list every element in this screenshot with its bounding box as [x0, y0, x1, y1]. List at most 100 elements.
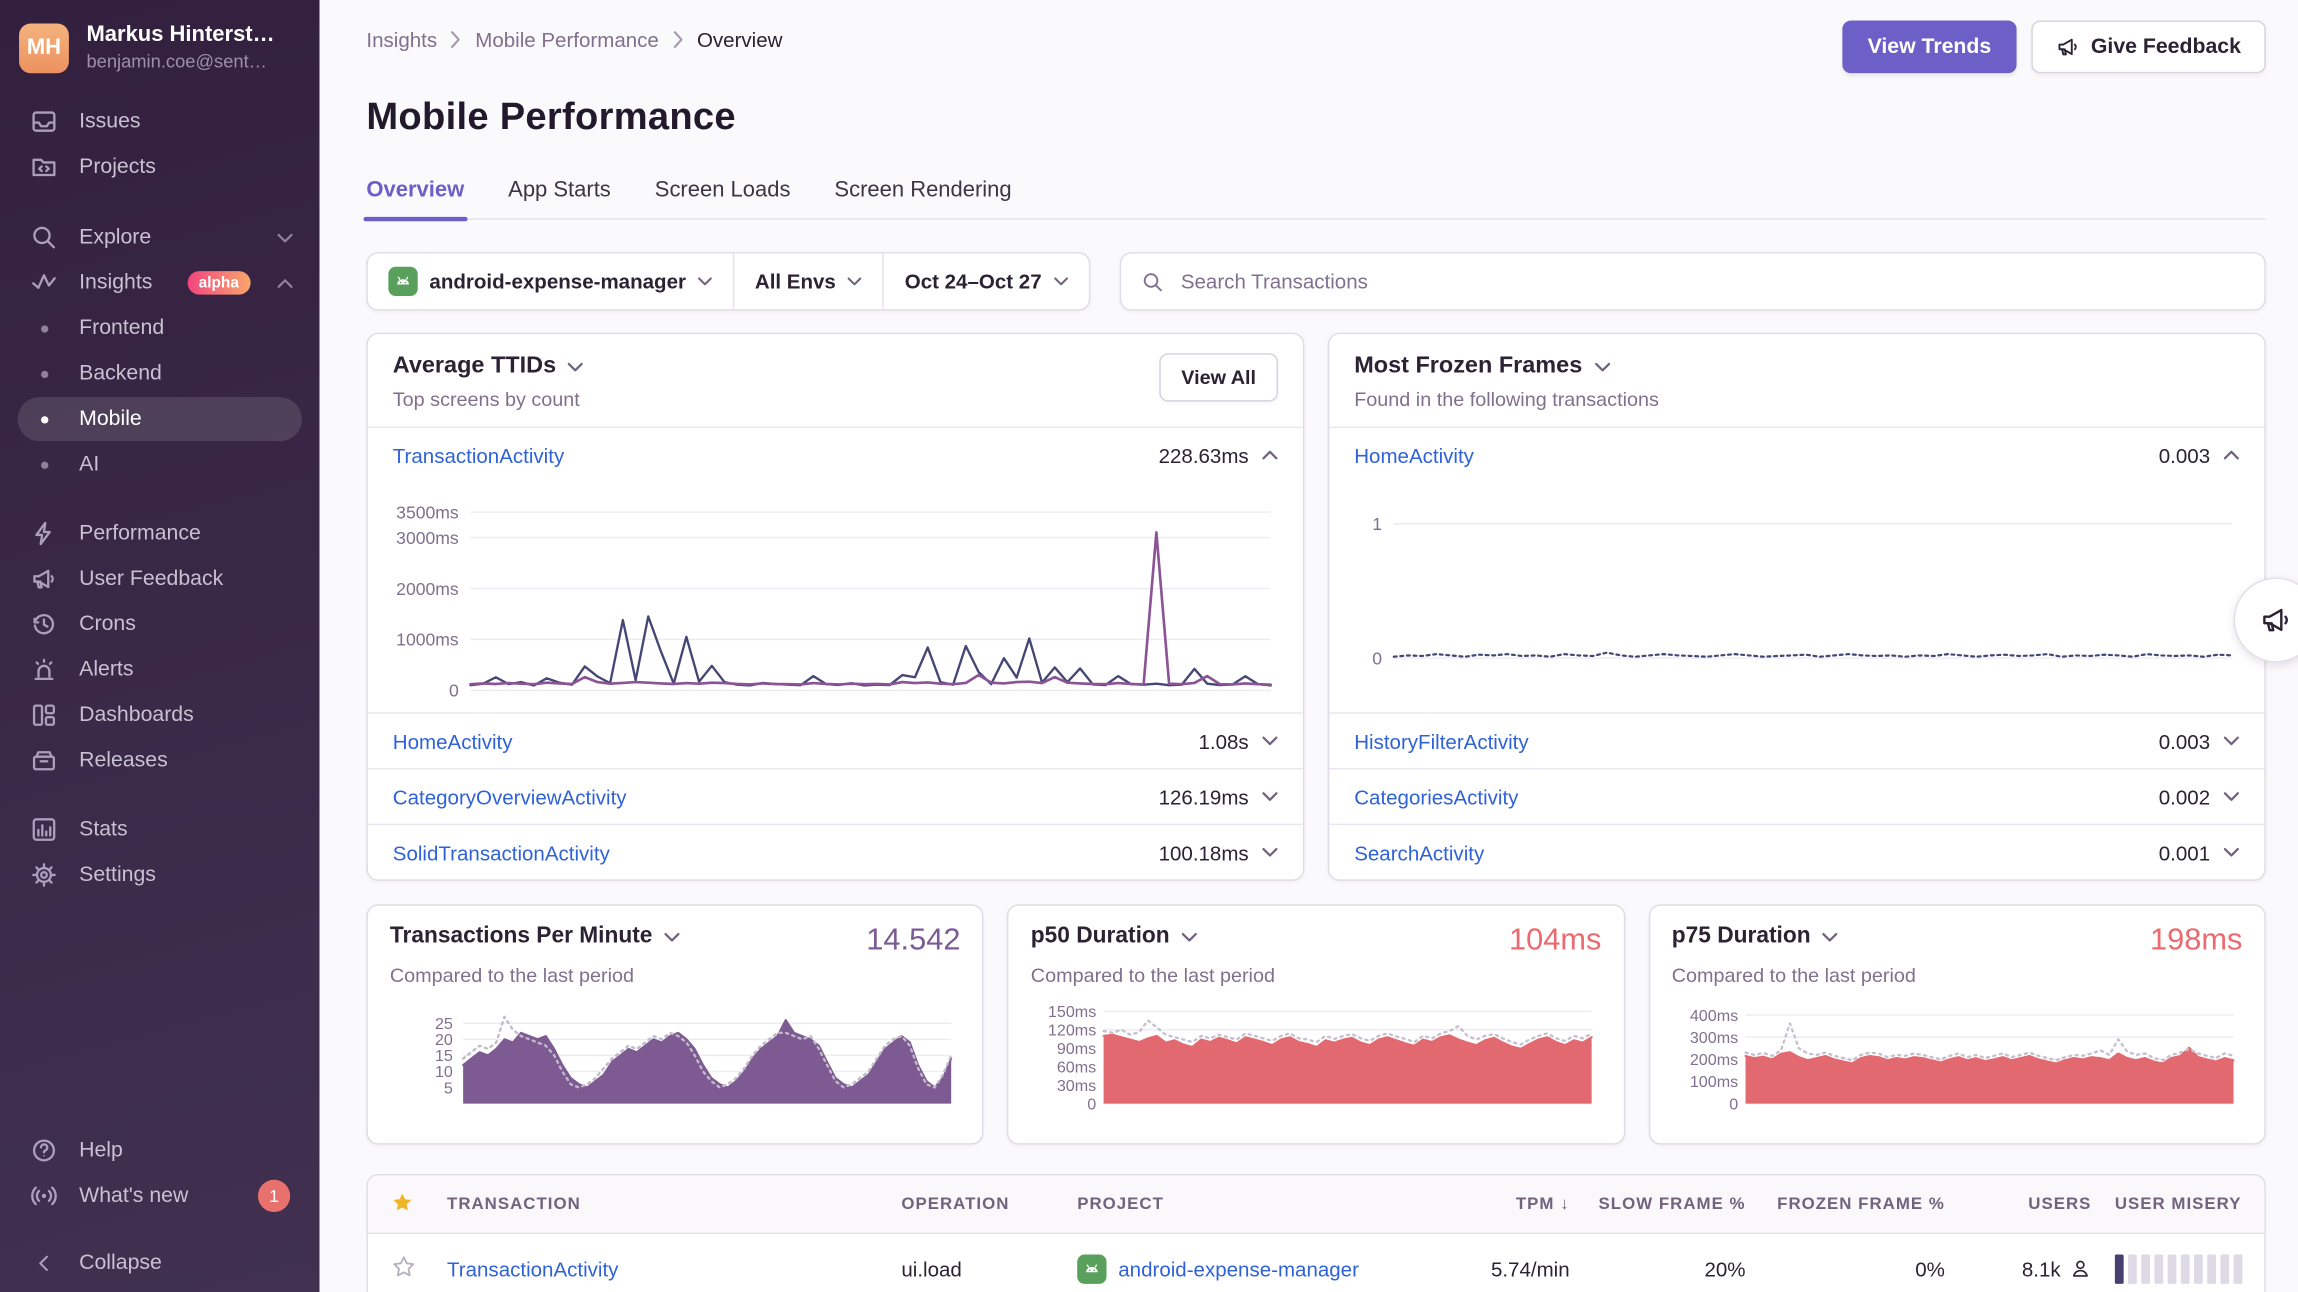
- sidebar-item-backend[interactable]: Backend: [18, 352, 302, 396]
- view-trends-button[interactable]: View Trends: [1843, 21, 2016, 74]
- chevron-down-icon: [1822, 931, 1838, 941]
- breadcrumb-mobile-performance[interactable]: Mobile Performance: [475, 28, 659, 51]
- give-feedback-button[interactable]: Give Feedback: [2031, 21, 2266, 74]
- environment-selector[interactable]: All Envs: [734, 254, 884, 310]
- chevron-down-icon[interactable]: [1262, 791, 1278, 801]
- col-frozen-frame[interactable]: FROZEN FRAME %: [1757, 1195, 1956, 1213]
- sidebar-item-whats-new[interactable]: What's new 1: [18, 1174, 302, 1218]
- transaction-link[interactable]: HomeActivity: [1354, 443, 1474, 466]
- tpm-metric-selector[interactable]: Transactions Per Minute: [390, 923, 680, 949]
- chevron-up-icon[interactable]: [1262, 450, 1278, 460]
- breadcrumb-insights[interactable]: Insights: [366, 28, 437, 51]
- transaction-link[interactable]: SearchActivity: [1354, 841, 1484, 864]
- col-user-misery[interactable]: USER MISERY: [2103, 1195, 2266, 1213]
- project-cell: android-expense-manager: [1065, 1254, 1440, 1283]
- whats-new-badge: 1: [258, 1180, 290, 1212]
- transaction-link[interactable]: CategoryOverviewActivity: [393, 785, 627, 808]
- p50-metric-selector[interactable]: p50 Duration: [1031, 923, 1198, 949]
- users-cell: 8.1k: [1957, 1257, 2104, 1280]
- svg-text:60ms: 60ms: [1057, 1059, 1096, 1077]
- chevron-down-icon[interactable]: [2223, 847, 2239, 857]
- chevron-down-icon[interactable]: [2223, 736, 2239, 746]
- transaction-link[interactable]: HistoryFilterActivity: [1354, 729, 1528, 752]
- tab-screen-rendering[interactable]: Screen Rendering: [834, 177, 1011, 218]
- sidebar-item-frontend[interactable]: Frontend: [18, 306, 302, 350]
- chevron-up-icon: [277, 271, 293, 294]
- help-icon: [26, 1137, 61, 1163]
- tab-bar: Overview App Starts Screen Loads Screen …: [366, 177, 2265, 220]
- svg-text:0: 0: [1372, 648, 1382, 668]
- tab-screen-loads[interactable]: Screen Loads: [655, 177, 791, 218]
- gear-icon: [26, 862, 61, 888]
- frozen-frames-chart: 10: [1344, 485, 2238, 702]
- sidebar-item-alerts[interactable]: Alerts: [18, 648, 302, 692]
- tpm-cell: 5.74/min: [1441, 1257, 1582, 1280]
- svg-text:90ms: 90ms: [1057, 1040, 1096, 1058]
- star-outline-icon[interactable]: [368, 1254, 435, 1283]
- transaction-link[interactable]: TransactionActivity: [447, 1257, 618, 1280]
- view-all-button[interactable]: View All: [1159, 353, 1278, 401]
- misery-segment: [2168, 1254, 2177, 1283]
- transaction-link[interactable]: SolidTransactionActivity: [393, 841, 610, 864]
- bullet-icon: [26, 415, 61, 422]
- sidebar-item-dashboards[interactable]: Dashboards: [18, 693, 302, 737]
- user-menu[interactable]: MH Markus Hinterst… benjamin.coe@sent…: [0, 0, 320, 88]
- frozen-frame-cell: 0%: [1757, 1257, 1956, 1280]
- avatar: MH: [19, 23, 69, 73]
- svg-text:30ms: 30ms: [1057, 1077, 1096, 1095]
- frozen-frames-metric-selector[interactable]: Most Frozen Frames: [1354, 353, 1659, 379]
- transaction-link[interactable]: TransactionActivity: [393, 443, 564, 466]
- col-tpm[interactable]: TPM ↓: [1441, 1195, 1582, 1213]
- col-slow-frame[interactable]: SLOW FRAME %: [1581, 1195, 1757, 1213]
- sidebar-item-help[interactable]: Help: [18, 1129, 302, 1173]
- chevron-down-icon[interactable]: [1262, 847, 1278, 857]
- alpha-badge: alpha: [187, 271, 251, 294]
- sidebar-item-explore[interactable]: Explore: [18, 215, 302, 259]
- search-icon: [1141, 270, 1163, 292]
- chevron-down-icon[interactable]: [2223, 791, 2239, 801]
- col-transaction[interactable]: TRANSACTION: [435, 1195, 889, 1213]
- chevron-up-icon[interactable]: [2223, 450, 2239, 460]
- sidebar: MH Markus Hinterst… benjamin.coe@sent… I…: [0, 0, 320, 1292]
- project-link[interactable]: android-expense-manager: [1118, 1257, 1359, 1280]
- sidebar-item-issues[interactable]: Issues: [18, 100, 302, 144]
- sidebar-item-ai[interactable]: AI: [18, 443, 302, 487]
- col-operation[interactable]: OPERATION: [890, 1195, 1066, 1213]
- sidebar-item-user-feedback[interactable]: User Feedback: [18, 557, 302, 601]
- chevron-down-icon[interactable]: [1262, 736, 1278, 746]
- card-subtitle: Found in the following transactions: [1354, 388, 1659, 410]
- sidebar-item-projects[interactable]: Projects: [18, 145, 302, 189]
- page-title: Mobile Performance: [366, 94, 2265, 139]
- transaction-link[interactable]: CategoriesActivity: [1354, 785, 1518, 808]
- sidebar-item-performance[interactable]: Performance: [18, 511, 302, 555]
- transaction-link[interactable]: HomeActivity: [393, 729, 513, 752]
- svg-text:150ms: 150ms: [1048, 1003, 1096, 1021]
- average-ttids-metric-selector[interactable]: Average TTIDs: [393, 353, 584, 379]
- svg-text:0: 0: [449, 681, 459, 701]
- svg-text:400ms: 400ms: [1689, 1007, 1737, 1025]
- col-users[interactable]: USERS: [1957, 1195, 2104, 1213]
- card-subtitle: Top screens by count: [393, 388, 584, 410]
- chevron-down-icon: [1181, 931, 1197, 941]
- project-selector[interactable]: android-expense-manager: [368, 254, 734, 310]
- android-icon: [1077, 1254, 1106, 1283]
- tpm-chart: 252015105: [390, 997, 956, 1111]
- tab-overview[interactable]: Overview: [366, 177, 464, 218]
- sidebar-item-insights[interactable]: Insights alpha: [18, 261, 302, 305]
- sidebar-item-collapse[interactable]: Collapse: [18, 1241, 302, 1285]
- search-input[interactable]: [1178, 268, 2244, 294]
- col-project[interactable]: PROJECT: [1065, 1195, 1440, 1213]
- sidebar-item-mobile[interactable]: Mobile: [18, 397, 302, 441]
- main-content: Insights Mobile Performance Overview Vie…: [320, 0, 2298, 1292]
- tab-app-starts[interactable]: App Starts: [508, 177, 611, 218]
- sidebar-item-settings[interactable]: Settings: [18, 853, 302, 897]
- insights-icon: [26, 270, 61, 296]
- sidebar-item-stats[interactable]: Stats: [18, 808, 302, 852]
- search-icon: [26, 224, 61, 250]
- date-range-selector[interactable]: Oct 24–Oct 27: [884, 254, 1088, 310]
- sidebar-item-crons[interactable]: Crons: [18, 602, 302, 646]
- misery-segment: [2141, 1254, 2150, 1283]
- slow-frame-cell: 20%: [1581, 1257, 1757, 1280]
- sidebar-item-releases[interactable]: Releases: [18, 739, 302, 783]
- p75-metric-selector[interactable]: p75 Duration: [1672, 923, 1839, 949]
